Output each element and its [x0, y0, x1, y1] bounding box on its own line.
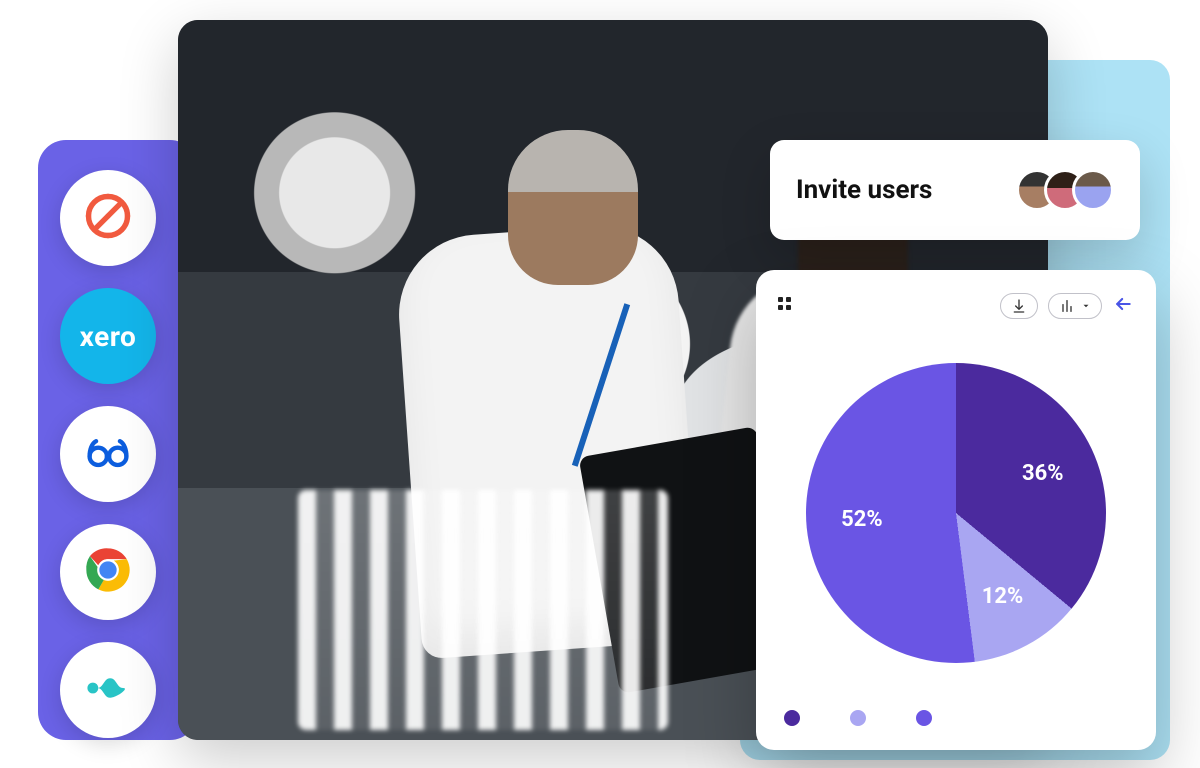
download-button[interactable]	[1000, 293, 1038, 319]
chart-type-button[interactable]	[1048, 293, 1102, 319]
pie-chart: 36% 12% 52%	[778, 322, 1134, 704]
pie-slice-label: 52%	[841, 507, 883, 532]
segment-icon	[82, 190, 134, 246]
bar-chart-icon	[1059, 298, 1075, 314]
pie-slice-label: 12%	[982, 584, 1024, 609]
arrow-left-icon	[1113, 294, 1133, 318]
app-icon-wave[interactable]	[60, 642, 156, 738]
drag-handle-icon[interactable]	[778, 297, 796, 315]
chart-toolbar	[778, 290, 1134, 322]
legend-swatch	[916, 710, 932, 726]
wave-icon	[82, 662, 134, 718]
avatar[interactable]	[1072, 169, 1114, 211]
app-icon-chrome[interactable]	[60, 524, 156, 620]
pie-slice-label: 36%	[1022, 461, 1064, 486]
chevron-down-icon	[1081, 301, 1091, 311]
chart-legend	[778, 704, 1134, 726]
app-icon-xero[interactable]: xero	[60, 288, 156, 384]
invite-users-label: Invite users	[796, 175, 932, 205]
back-button[interactable]	[1112, 295, 1134, 317]
app-icons-column: xero	[60, 170, 156, 738]
legend-swatch	[850, 710, 866, 726]
glasses-icon	[82, 426, 134, 482]
app-icon-glasses[interactable]	[60, 406, 156, 502]
chrome-icon	[82, 544, 134, 600]
invite-users-popover[interactable]: Invite users	[770, 140, 1140, 240]
chart-card: 36% 12% 52%	[756, 270, 1156, 750]
legend-swatch	[784, 710, 800, 726]
avatar-stack	[1016, 169, 1114, 211]
xero-icon: xero	[80, 320, 137, 353]
app-icon-segment[interactable]	[60, 170, 156, 266]
download-icon	[1011, 298, 1027, 314]
